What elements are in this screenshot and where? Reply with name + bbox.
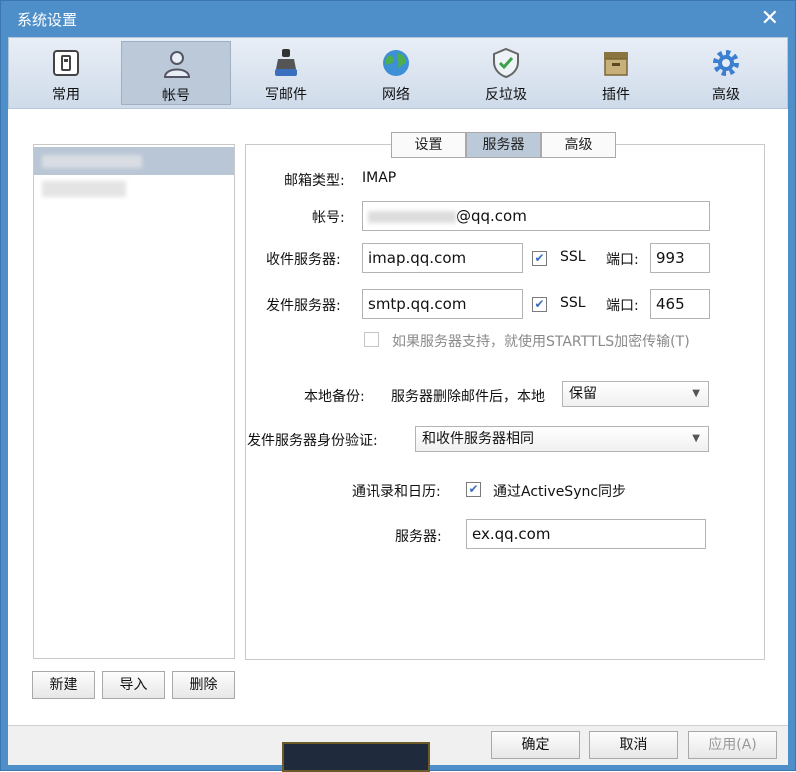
sync-label: 通讯录和日历: [352,484,441,500]
outgoing-server-field[interactable]: smtp.qq.com [362,289,523,319]
apply-button[interactable]: 应用(A) [688,731,777,759]
chevron-down-icon: ▼ [692,388,700,399]
local-backup-value: 保留 [569,386,597,402]
tab-general-label: 常用 [52,87,80,103]
tab-network-label: 网络 [382,87,410,103]
incoming-port-label: 端口: [606,252,639,268]
ok-button[interactable]: 确定 [491,731,580,759]
tab-antispam[interactable]: 反垃圾 [451,41,561,105]
mailbox-type-value: IMAP [362,170,397,186]
tab-network[interactable]: 网络 [341,41,451,105]
account-domain: @qq.com [456,207,527,225]
taskbar-thumbnail [282,742,430,772]
settings-toolbar: 常用 帐号 写邮件 网络 反垃圾 插件 高级 [8,37,788,109]
account-field[interactable]: @qq.com [362,201,710,231]
globe-icon [383,50,409,76]
account-list-item-redacted[interactable] [42,181,126,197]
tab-account[interactable]: 帐号 [121,41,231,105]
shield-icon [493,47,519,79]
outgoing-ssl-checkbox[interactable]: ✔ [532,297,547,312]
tab-plugins-label: 插件 [602,87,630,103]
account-icon [163,51,191,78]
account-name-redacted [42,155,142,168]
window-title: 系统设置 [17,11,78,29]
cancel-button[interactable]: 取消 [589,731,678,759]
account-user-redacted [368,210,456,223]
import-account-button[interactable]: 导入 [102,671,165,699]
tab-general[interactable]: 常用 [11,41,121,105]
account-list[interactable] [33,144,235,659]
box-icon [604,52,628,76]
outgoing-server-label: 发件服务器: [266,298,341,314]
outgoing-ssl-label: SSL [560,295,586,311]
delete-account-button[interactable]: 删除 [172,671,235,699]
account-list-item-selected[interactable] [34,147,234,175]
incoming-ssl-label: SSL [560,249,586,265]
title-bar: 系统设置 ✕ [1,1,795,37]
starttls-checkbox[interactable] [364,332,379,347]
incoming-ssl-checkbox[interactable]: ✔ [532,251,547,266]
mailbox-type-label: 邮箱类型: [284,173,345,189]
incoming-server-field[interactable]: imap.qq.com [362,243,523,273]
smtp-auth-value: 和收件服务器相同 [422,431,534,447]
close-icon[interactable]: ✕ [761,6,779,31]
tab-plugins[interactable]: 插件 [561,41,671,105]
sync-server-field[interactable]: ex.qq.com [466,519,706,549]
new-account-button[interactable]: 新建 [32,671,95,699]
local-backup-select[interactable]: 保留 ▼ [562,381,709,407]
tab-account-label: 帐号 [162,88,190,104]
settings-content: 新建 导入 删除 设置 服务器 高级 邮箱类型: IMAP 帐号: @qq.co… [8,109,788,725]
tab-advanced-panel[interactable]: 高级 [541,132,616,158]
tab-advanced[interactable]: 高级 [671,41,781,105]
starttls-label: 如果服务器支持，就使用STARTTLS加密传输(T) [392,334,690,350]
outgoing-port-label: 端口: [606,298,639,314]
local-backup-label: 本地备份: [304,389,365,405]
gear-icon [713,50,739,76]
incoming-server-label: 收件服务器: [266,252,341,268]
tab-compose[interactable]: 写邮件 [231,41,341,105]
compose-icon [275,49,297,76]
chevron-down-icon: ▼ [692,433,700,444]
tab-compose-label: 写邮件 [265,87,307,103]
server-settings-panel: 设置 服务器 高级 邮箱类型: IMAP 帐号: @qq.com 收件服务器: … [245,132,765,660]
sync-server-label: 服务器: [395,529,442,545]
activesync-checkbox[interactable]: ✔ [466,482,481,497]
tab-server[interactable]: 服务器 [466,132,541,158]
tab-settings[interactable]: 设置 [391,132,466,158]
settings-window: 系统设置 ✕ 常用 帐号 写邮件 网络 反垃圾 插件 高级 新建 导入 删除 设… [0,0,796,772]
account-label: 帐号: [312,210,345,226]
activesync-label: 通过ActiveSync同步 [493,484,627,500]
smtp-auth-label: 发件服务器身份验证: [247,433,378,449]
general-icon [53,50,79,76]
local-backup-desc: 服务器删除邮件后，本地 [391,389,545,405]
tab-advanced-label: 高级 [712,87,740,103]
smtp-auth-select[interactable]: 和收件服务器相同 ▼ [415,426,709,452]
incoming-port-field[interactable]: 993 [650,243,710,273]
outgoing-port-field[interactable]: 465 [650,289,710,319]
tab-antispam-label: 反垃圾 [485,87,527,103]
